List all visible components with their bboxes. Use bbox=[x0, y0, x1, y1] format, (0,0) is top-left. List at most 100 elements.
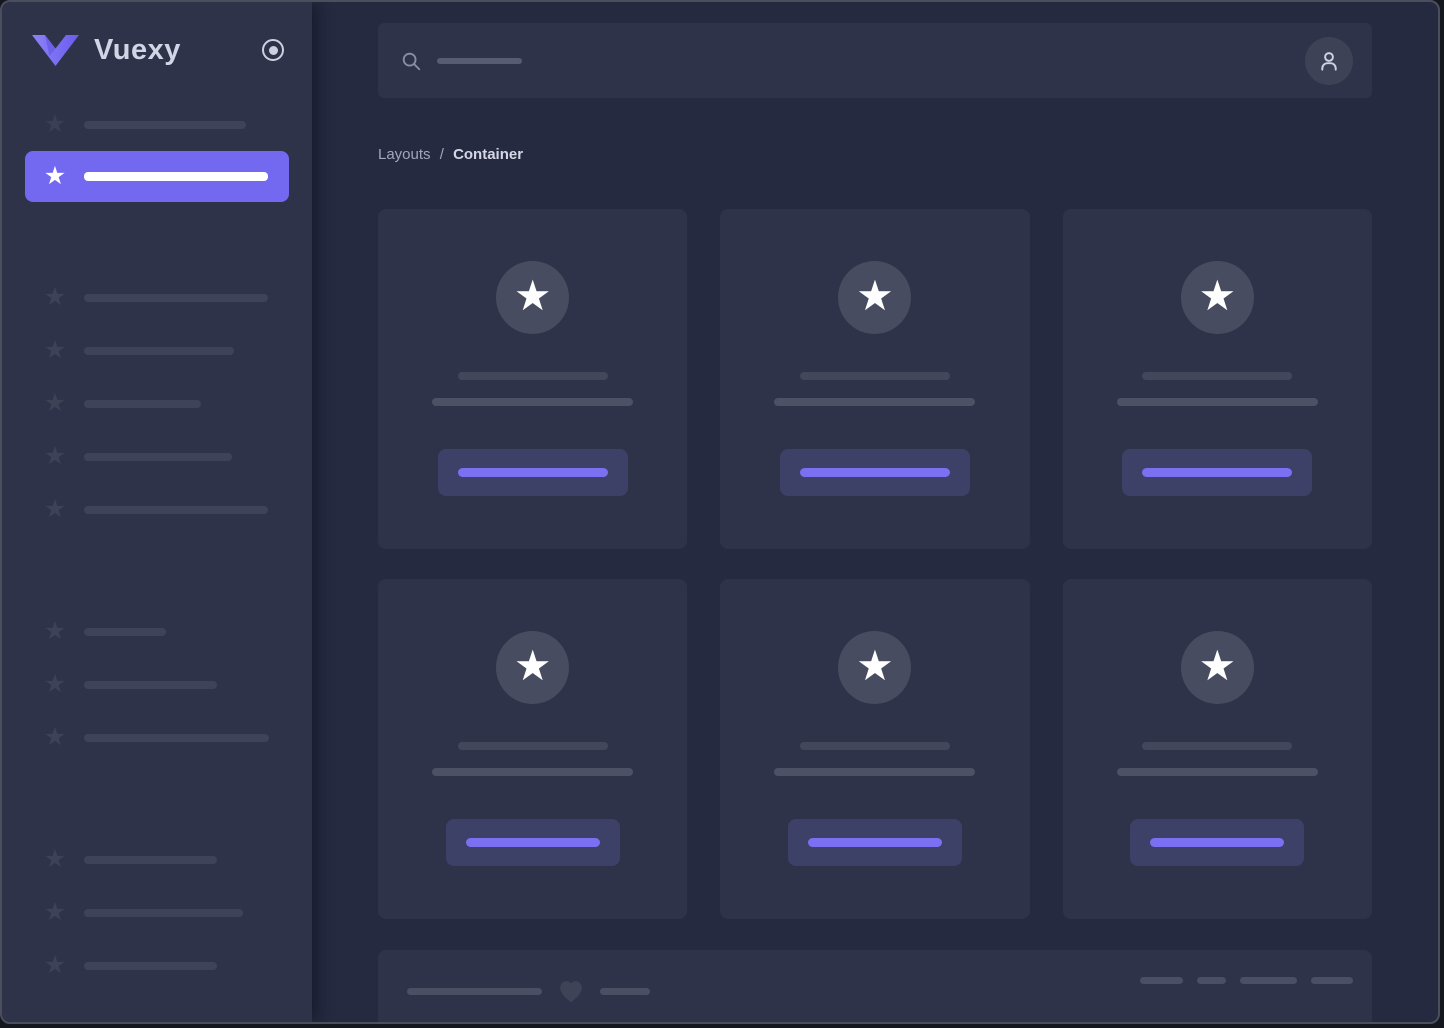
card-button[interactable] bbox=[445, 819, 620, 866]
sidebar-item-label-skeleton bbox=[84, 627, 166, 636]
sidebar-item-label-skeleton bbox=[84, 120, 246, 129]
sidebar-item-label-skeleton bbox=[84, 346, 234, 355]
star-icon: ★ bbox=[43, 845, 67, 873]
sidebar-item[interactable]: ★ bbox=[2, 886, 312, 939]
star-icon: ★ bbox=[43, 898, 67, 926]
card-subtitle-skeleton bbox=[432, 398, 634, 406]
star-icon: ★ bbox=[43, 389, 67, 417]
footer-link-skeleton bbox=[1197, 977, 1226, 984]
star-icon: ★ bbox=[43, 723, 67, 751]
card-subtitle-skeleton bbox=[774, 398, 976, 406]
star-icon: ★ bbox=[43, 283, 67, 311]
vuexy-logo-icon bbox=[32, 34, 79, 66]
sidebar-nav: ★ ★ ★ ★ ★ ★ ★ ★ ★ ★ ★ ★ ★ bbox=[2, 98, 312, 992]
card-subtitle-skeleton bbox=[432, 768, 634, 776]
app-frame: Vuexy ★ ★ ★ ★ ★ ★ ★ ★ ★ ★ ★ ★ ★ Layouts / bbox=[0, 0, 1440, 1024]
footer-link-skeleton bbox=[1140, 977, 1183, 984]
footer-card bbox=[378, 950, 1372, 1022]
layout-card: ★ bbox=[1062, 579, 1372, 919]
sidebar-item[interactable]: ★ bbox=[2, 483, 312, 536]
card-title-skeleton bbox=[799, 372, 950, 380]
star-icon: ★ bbox=[513, 271, 552, 319]
breadcrumb-current: Container bbox=[453, 146, 524, 163]
card-button-label-skeleton bbox=[465, 838, 600, 847]
user-avatar[interactable] bbox=[1305, 36, 1353, 85]
card-button[interactable] bbox=[1122, 449, 1313, 496]
sidebar-item[interactable]: ★ bbox=[2, 833, 312, 886]
search-icon bbox=[402, 52, 421, 70]
sidebar-item[interactable]: ★ bbox=[2, 271, 312, 324]
breadcrumb-separator: / bbox=[439, 146, 444, 163]
footer-text-skeleton bbox=[407, 987, 542, 995]
sidebar-section-items: ★ ★ ★ ★ ★ bbox=[2, 271, 312, 536]
card-avatar-circle: ★ bbox=[838, 261, 912, 334]
star-icon: ★ bbox=[43, 951, 67, 979]
card-avatar-circle: ★ bbox=[496, 631, 570, 704]
star-icon: ★ bbox=[43, 336, 67, 364]
card-title-skeleton bbox=[457, 742, 608, 750]
sidebar-section: ★ ★ ★ bbox=[2, 810, 312, 992]
layout-card: ★ bbox=[378, 579, 688, 919]
card-subtitle-skeleton bbox=[1116, 398, 1318, 406]
logo[interactable]: Vuexy bbox=[32, 34, 181, 67]
user-icon bbox=[1321, 51, 1337, 71]
star-icon: ★ bbox=[1198, 641, 1237, 689]
card-avatar-circle: ★ bbox=[1180, 261, 1254, 334]
card-button-label-skeleton bbox=[807, 838, 942, 847]
main-area: Layouts / Container ★ ★ ★ ★ ★ ★ bbox=[312, 2, 1438, 1022]
sidebar-section-items: ★ ★ ★ bbox=[2, 833, 312, 992]
footer-right bbox=[1140, 977, 1353, 984]
star-icon: ★ bbox=[856, 641, 894, 689]
sidebar-item-label-skeleton bbox=[84, 293, 268, 302]
card-title-skeleton bbox=[457, 372, 608, 380]
card-button[interactable] bbox=[1130, 819, 1305, 866]
sidebar-item[interactable]: ★ bbox=[2, 711, 312, 764]
sidebar-item[interactable]: ★ bbox=[2, 939, 312, 992]
footer-link-skeleton bbox=[1311, 977, 1353, 984]
card-button-label-skeleton bbox=[799, 468, 950, 477]
footer-left bbox=[407, 977, 650, 1005]
star-icon: ★ bbox=[43, 442, 67, 470]
sidebar-item-label-skeleton bbox=[84, 172, 268, 181]
card-subtitle-skeleton bbox=[774, 768, 976, 776]
sidebar-item[interactable]: ★ bbox=[2, 605, 312, 658]
heart-icon bbox=[557, 977, 585, 1005]
card-title-skeleton bbox=[799, 742, 950, 750]
footer-text-skeleton bbox=[600, 987, 650, 995]
sidebar-item[interactable]: ★ bbox=[25, 151, 289, 202]
sidebar-item[interactable]: ★ bbox=[2, 658, 312, 711]
star-icon: ★ bbox=[43, 495, 67, 523]
layout-card: ★ bbox=[720, 209, 1030, 549]
card-button[interactable] bbox=[787, 819, 962, 866]
card-title-skeleton bbox=[1142, 742, 1293, 750]
card-button[interactable] bbox=[437, 449, 628, 496]
radio-dot-icon[interactable] bbox=[262, 39, 284, 61]
card-button[interactable] bbox=[779, 449, 970, 496]
sidebar-section: ★ ★ ★ bbox=[2, 582, 312, 764]
app-title: Vuexy bbox=[94, 33, 181, 66]
star-icon: ★ bbox=[43, 617, 67, 645]
card-avatar-circle: ★ bbox=[838, 631, 912, 704]
sidebar-item-label-skeleton bbox=[84, 733, 269, 742]
sidebar-item-label-skeleton bbox=[84, 505, 268, 514]
star-icon: ★ bbox=[513, 641, 552, 689]
sidebar-item[interactable]: ★ bbox=[2, 430, 312, 483]
cards-grid: ★ ★ ★ ★ ★ ★ bbox=[378, 209, 1372, 919]
search-bar[interactable] bbox=[378, 23, 1372, 98]
layout-card: ★ bbox=[1062, 209, 1372, 549]
sidebar-section-items: ★ ★ ★ bbox=[2, 605, 312, 764]
sidebar-item[interactable]: ★ bbox=[2, 324, 312, 377]
star-icon: ★ bbox=[43, 110, 67, 138]
card-avatar-circle: ★ bbox=[496, 261, 570, 334]
radio-dot-inner bbox=[268, 45, 278, 55]
card-title-skeleton bbox=[1142, 372, 1293, 380]
card-subtitle-skeleton bbox=[1116, 768, 1318, 776]
card-button-label-skeleton bbox=[457, 468, 608, 477]
sidebar-item[interactable]: ★ bbox=[2, 377, 312, 430]
sidebar-item[interactable]: ★ bbox=[2, 98, 312, 151]
breadcrumb-parent[interactable]: Layouts bbox=[378, 146, 431, 163]
star-icon: ★ bbox=[43, 162, 67, 190]
breadcrumb: Layouts / Container bbox=[378, 145, 1372, 165]
star-icon: ★ bbox=[43, 670, 67, 698]
sidebar-item-label-skeleton bbox=[84, 908, 243, 917]
